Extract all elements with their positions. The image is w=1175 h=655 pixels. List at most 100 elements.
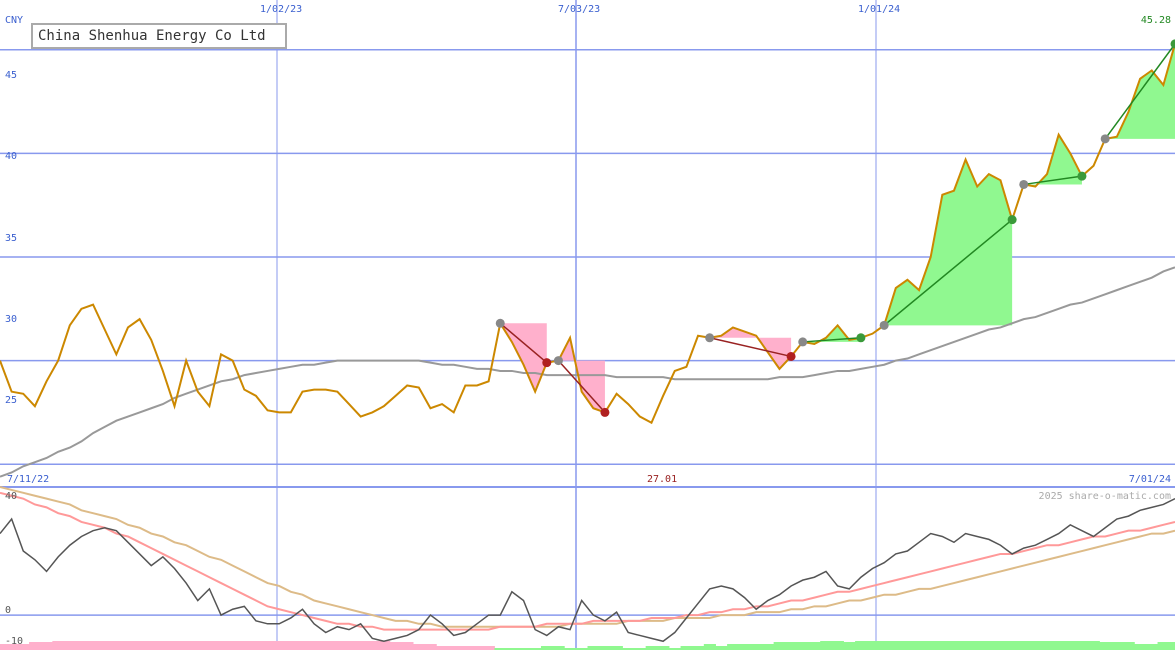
histogram-bar-11 [122,641,134,650]
histogram-bar-23 [262,641,274,650]
histogram-bar-14 [157,641,169,650]
trend-start-point-0 [496,319,505,328]
histogram-bar-35 [401,642,413,650]
histogram-bar-34 [390,642,402,650]
histogram-bar-101 [1169,642,1175,650]
histogram-bar-92 [1064,641,1076,650]
histogram-bar-86 [995,641,1007,650]
histogram-bar-70 [809,642,821,650]
trend-end-point-5 [1077,172,1086,181]
histogram-bar-32 [366,641,378,650]
histogram-bar-72 [832,641,844,650]
trend-start-point-6 [1101,134,1110,143]
histogram-bar-95 [1099,642,1111,650]
histogram-bar-96 [1111,642,1123,650]
chart-area: CNY 1/02/23 7/03/23 1/01/24 45.28 45 40 … [0,0,1175,650]
range-end-label: 7/01/24 [1129,474,1171,485]
osc-label-0: 0 [5,605,11,616]
trend-start-point-4 [880,321,889,330]
range-start-label: 7/11/22 [7,474,49,485]
histogram-bar-17 [192,641,204,650]
watermark: 2025 share-o-matic.com [1039,491,1171,502]
y-label-35: 35 [5,233,17,244]
histogram-bar-77 [890,641,902,650]
histogram-bar-51 [588,646,600,650]
histogram-bar-67 [774,642,786,650]
y-label-40: 40 [5,151,17,162]
histogram-bar-100 [1158,642,1170,650]
y-label-45: 45 [5,70,17,81]
histogram-bar-4 [41,642,53,650]
histogram-bar-40 [460,646,472,650]
histogram-bar-6 [64,641,76,650]
histogram-bar-15 [169,641,181,650]
trend-start-point-5 [1019,180,1028,189]
osc-label-minus10: -10 [5,636,23,647]
histogram-bar-25 [285,641,297,650]
trend-end-point-0 [542,358,551,367]
histogram-bar-94 [1088,641,1100,650]
osc-label-40: 40 [5,491,17,502]
histogram-bar-84 [971,641,983,650]
histogram-bar-81 [937,641,949,650]
histogram-bar-53 [611,646,623,650]
histogram-bar-90 [1041,641,1053,650]
histogram-bar-89 [1030,641,1042,650]
histogram-bar-18 [204,641,216,650]
histogram-bar-26 [297,641,309,650]
trend-end-point-2 [787,352,796,361]
histogram-bar-5 [52,641,64,650]
histogram-bar-31 [355,641,367,650]
histogram-bar-9 [99,641,111,650]
signal-fills [500,44,1175,412]
histogram-bar-52 [599,646,611,650]
histogram-bar-80 [925,641,937,650]
trend-end-point-1 [600,408,609,417]
histogram-bar-36 [413,644,425,650]
histogram-bar-38 [436,646,448,650]
trend-start-point-2 [705,333,714,342]
y-label-30: 30 [5,314,17,325]
osc-slow-line [0,487,1175,627]
histogram-bar-93 [1076,641,1088,650]
histogram-bar-3 [29,642,41,650]
histogram-bar-22 [250,641,262,650]
histogram-bar-42 [483,646,495,650]
date-label-jan24: 1/01/24 [858,4,900,15]
histogram-bar-13 [145,641,157,650]
mid-value-label: 27.01 [647,474,677,485]
histogram-bar-63 [727,644,739,650]
histogram-bar-66 [762,644,774,650]
trend-start-point-1 [554,356,563,365]
histogram-bar-64 [739,644,751,650]
histogram-bar-75 [867,641,879,650]
oscillator-line [0,499,1175,642]
histogram-bar-41 [471,646,483,650]
histogram-bar-59 [681,646,693,650]
histogram-bar-47 [541,646,553,650]
histogram-bar-97 [1123,642,1135,650]
histogram-bar-39 [448,646,460,650]
histogram-bar-71 [820,641,832,650]
histogram-bar-98 [1134,644,1146,650]
histogram-bar-48 [553,646,565,650]
histogram-bar-91 [1053,641,1065,650]
histogram-bar-65 [750,644,762,650]
y-label-25: 25 [5,395,17,406]
histogram-bar-12 [134,641,146,650]
histogram-bar-73 [843,642,855,650]
histogram-bar-68 [785,642,797,650]
histogram-bar-74 [855,641,867,650]
histogram-bar-88 [1018,641,1030,650]
histogram-bar-62 [715,646,727,650]
histogram-bar-28 [320,641,332,650]
stock-chart: CNY 1/02/23 7/03/23 1/01/24 45.28 45 40 … [0,0,1175,650]
histogram-bar-60 [692,646,704,650]
histogram-bar-78 [902,641,914,650]
histogram-bar-16 [180,641,192,650]
chart-title: China Shenhua Energy Co Ltd [31,23,287,49]
trend-start-point-3 [798,337,807,346]
signal-fill-4 [884,160,1012,326]
histogram-bar-69 [797,642,809,650]
histogram-bar-20 [227,641,239,650]
